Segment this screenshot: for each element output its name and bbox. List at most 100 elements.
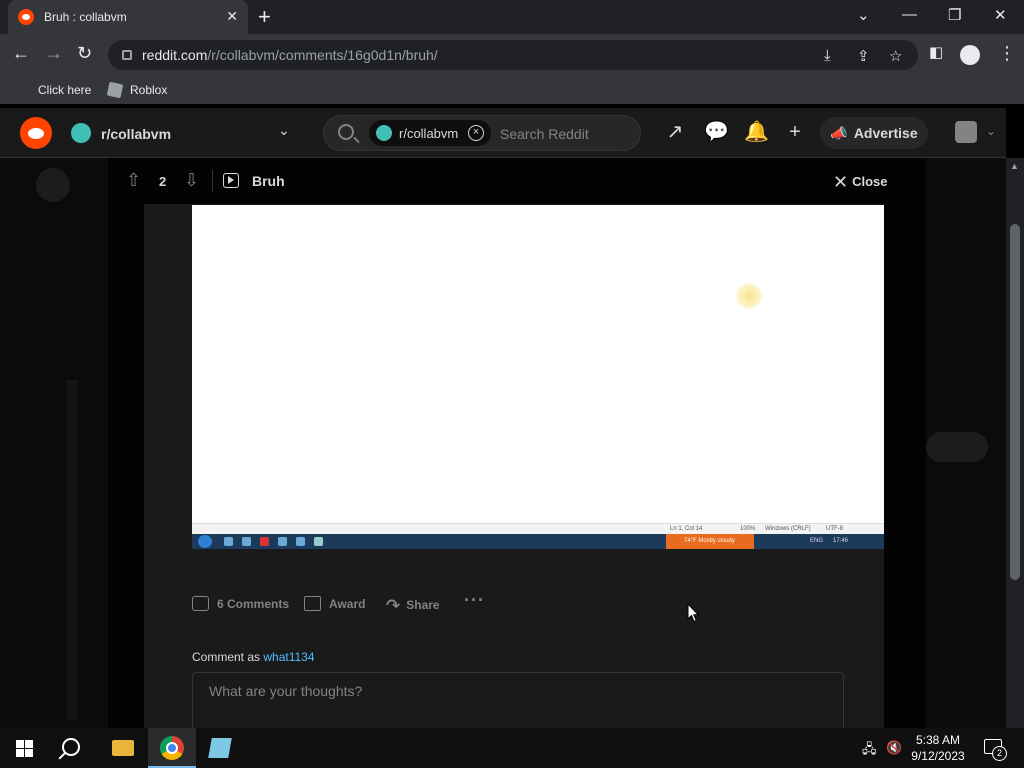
reddit-header: r/collabvm ⌄ r/collabvm × Search Reddit …: [0, 108, 1006, 158]
video-weather-widget: 74°F Mostly cloudy: [666, 534, 754, 549]
advertise-label: Advertise: [853, 125, 918, 141]
comment-editor[interactable]: [192, 672, 844, 732]
forward-icon[interactable]: →: [45, 43, 63, 64]
chat-icon[interactable]: 💬: [704, 121, 729, 143]
close-button[interactable]: ✕ Close: [833, 172, 888, 193]
subreddit-chip-icon: [376, 125, 392, 141]
video-status-encoding: UTF-8: [826, 526, 843, 532]
background-avatar: [36, 168, 70, 202]
taskbar-clock[interactable]: 5:38 AM 9/12/2023: [908, 732, 968, 764]
search-chip-label: r/collabvm: [399, 125, 459, 141]
header-divider: [212, 170, 213, 192]
post-title: Bruh: [252, 173, 285, 189]
subreddit-icon: [71, 123, 91, 143]
bookmark-star-icon[interactable]: ☆: [889, 47, 902, 65]
reload-icon[interactable]: ↻: [77, 43, 92, 64]
tab-title: Bruh : collabvm: [44, 10, 127, 24]
user-avatar[interactable]: [955, 121, 977, 143]
scrollbar-thumb[interactable]: [1010, 224, 1020, 580]
back-icon[interactable]: ←: [12, 43, 30, 64]
video-status-line-endings: Windows (CRLF): [765, 526, 811, 532]
minimize-icon[interactable]: —: [902, 6, 917, 23]
megaphone-icon: 📣: [830, 124, 848, 141]
background-button: [926, 432, 988, 462]
windows-start-icon[interactable]: [16, 740, 33, 757]
comment-input[interactable]: [193, 673, 843, 709]
share-button[interactable]: ↷ Share: [386, 596, 440, 616]
comments-label: 6 Comments: [217, 597, 290, 611]
video-weather-text: 74°F Mostly cloudy: [684, 538, 735, 544]
user-menu-chevron-icon[interactable]: ⌄: [986, 124, 996, 138]
create-post-icon[interactable]: +: [784, 121, 806, 143]
restore-icon[interactable]: ❐: [948, 6, 961, 24]
video-windows-taskbar: 74°F Mostly cloudy ENG 17:46: [192, 534, 884, 549]
video-status-position: Ln 1, Col 14: [670, 526, 703, 532]
award-gift-icon: [304, 596, 321, 611]
background-sidebar-strip: [66, 380, 78, 720]
taskbar-app-icon[interactable]: [208, 738, 232, 758]
community-dropdown-chevron-icon[interactable]: ⌄: [278, 122, 290, 139]
roblox-icon: [106, 81, 124, 99]
share-label: Share: [406, 598, 440, 612]
new-tab-icon[interactable]: +: [258, 4, 271, 30]
taskbar-search-icon[interactable]: [62, 738, 80, 756]
search-scope-chip[interactable]: r/collabvm ×: [369, 120, 491, 146]
page-scrollbar[interactable]: ▲: [1006, 158, 1024, 728]
award-label: Award: [329, 597, 366, 611]
browser-tab[interactable]: Bruh : collabvm ✕: [8, 0, 248, 34]
share-arrow-icon: ↷: [386, 596, 401, 615]
post-modal: ⇧ 2 ⇩ Bruh ✕ Close Ln 1, Col 14 100% Wind…: [108, 158, 926, 732]
award-button[interactable]: Award: [304, 596, 365, 611]
bookmarks-bar: Click here Roblox: [0, 76, 1024, 104]
side-panel-icon[interactable]: ◧: [929, 43, 943, 61]
video-taskbar-app-icon: [224, 537, 233, 546]
bookmark-roblox[interactable]: Roblox: [130, 83, 167, 97]
clear-scope-icon[interactable]: ×: [468, 125, 484, 141]
tab-close-icon[interactable]: ✕: [226, 8, 238, 25]
close-icon: ✕: [833, 172, 849, 192]
vote-count: 2: [159, 174, 167, 189]
upvote-icon[interactable]: ⇧: [126, 170, 141, 191]
subreddit-name[interactable]: r/collabvm: [101, 126, 171, 142]
tab-search-chevron-icon[interactable]: ⌄: [857, 6, 870, 24]
close-label: Close: [852, 174, 888, 189]
search-placeholder: Search Reddit: [500, 126, 589, 142]
video-taskbar-app-icon: [296, 537, 305, 546]
network-icon[interactable]: 🖧: [862, 740, 877, 762]
url-host: reddit.com: [142, 47, 208, 63]
popular-icon[interactable]: ↗: [664, 121, 686, 143]
windows-taskbar: 🖧 🔇 5:38 AM 9/12/2023 2: [0, 728, 1024, 768]
taskbar-time: 5:38 AM: [915, 733, 961, 747]
video-player[interactable]: Ln 1, Col 14 100% Windows (CRLF) UTF-8 7…: [192, 205, 884, 549]
notification-count-badge: 2: [992, 746, 1007, 761]
chrome-menu-icon[interactable]: ⋮: [998, 43, 1016, 64]
taskbar-date: 9/12/2023: [911, 749, 965, 763]
lock-icon: [122, 50, 132, 60]
address-toolbar: ← → ↻ reddit.com/r/collabvm/comments/16g…: [0, 34, 1024, 76]
search-icon: [338, 124, 354, 140]
scroll-up-icon[interactable]: ▲: [1010, 161, 1019, 171]
reddit-favicon-icon: [18, 9, 34, 25]
comments-button[interactable]: 6 Comments: [192, 596, 289, 611]
search-box[interactable]: r/collabvm × Search Reddit: [323, 115, 641, 151]
mouse-cursor-highlight: [736, 283, 762, 309]
comment-username-link[interactable]: what1134: [263, 650, 314, 664]
video-status-zoom: 100%: [740, 526, 756, 532]
profile-avatar-icon[interactable]: [960, 45, 980, 65]
share-page-icon[interactable]: ⇪: [857, 47, 870, 65]
file-explorer-icon[interactable]: [112, 740, 134, 756]
downvote-icon[interactable]: ⇩: [184, 170, 199, 191]
more-options-icon[interactable]: ···: [464, 590, 485, 611]
taskbar-chrome-button[interactable]: [148, 728, 196, 768]
comment-bubble-icon: [192, 596, 209, 611]
advertise-button[interactable]: 📣 Advertise: [820, 117, 928, 149]
volume-muted-icon[interactable]: 🔇: [886, 740, 902, 756]
notifications-bell-icon[interactable]: 🔔: [744, 121, 769, 143]
url-bar[interactable]: reddit.com/r/collabvm/comments/16g0d1n/b…: [108, 40, 918, 70]
window-close-icon[interactable]: ✕: [994, 6, 1007, 24]
install-icon[interactable]: ⤓: [824, 47, 831, 64]
bookmark-click-here[interactable]: Click here: [38, 83, 91, 97]
reddit-logo-icon[interactable]: [20, 117, 52, 149]
post-modal-header: ⇧ 2 ⇩ Bruh ✕ Close: [108, 158, 926, 204]
video-taskbar-app-icon: [260, 537, 269, 546]
